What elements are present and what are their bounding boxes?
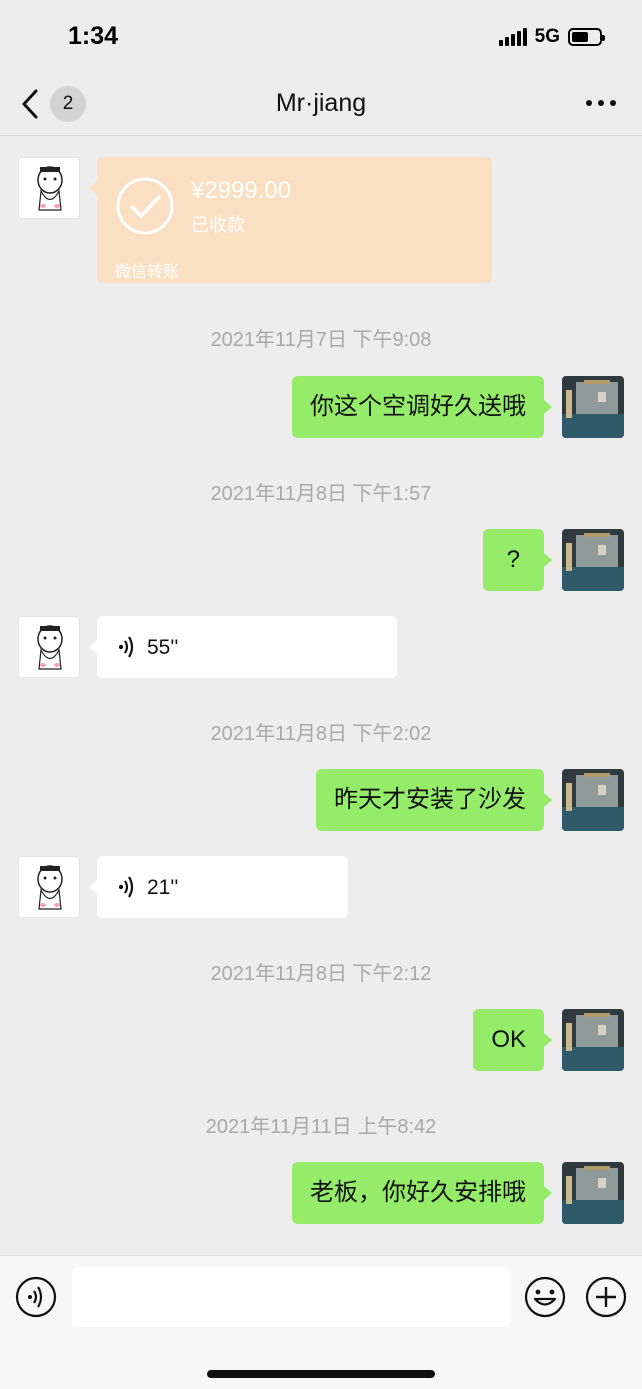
my-avatar[interactable] [562, 1162, 624, 1224]
room-photo-avatar-icon [562, 529, 624, 591]
outgoing-message[interactable]: 你这个空调好久送哦 [292, 376, 552, 438]
my-avatar[interactable] [562, 769, 624, 831]
room-photo-avatar-icon [562, 376, 624, 438]
chat-title: Mr·jiang [275, 89, 367, 117]
my-avatar[interactable] [562, 376, 624, 438]
transfer-card[interactable]: ¥2999.00 已收款 微信转账 [89, 157, 492, 283]
outgoing-message[interactable]: 老板，你好久安排哦 [292, 1162, 552, 1224]
home-indicator [207, 1370, 435, 1378]
outgoing-message[interactable]: 昨天才安装了沙发 [316, 769, 552, 831]
emoji-button[interactable] [524, 1276, 566, 1318]
message-timestamp: 2021年11月8日 下午1:57 [210, 483, 432, 505]
battery-level [572, 32, 588, 42]
my-avatar[interactable] [562, 529, 624, 591]
cartoon-avatar-icon [37, 625, 63, 670]
voice-message[interactable]: 55'' [89, 616, 397, 678]
more-actions-button[interactable] [585, 1276, 627, 1318]
transfer-label: 微信转账 [115, 264, 180, 281]
message-timestamp: 2021年11月7日 下午9:08 [210, 329, 432, 351]
room-photo-avatar-icon [562, 769, 624, 831]
contact-avatar[interactable] [18, 856, 80, 918]
more-button[interactable] [586, 100, 616, 106]
emoji-icon [524, 1276, 566, 1318]
voice-input-icon [15, 1276, 57, 1318]
contact-avatar[interactable] [18, 616, 80, 678]
network-type: 5G [534, 26, 560, 47]
message-timestamp: 2021年11月8日 下午2:12 [210, 963, 432, 985]
message-input[interactable] [72, 1267, 510, 1327]
my-avatar[interactable] [562, 1009, 624, 1071]
voice-wave-icon [118, 876, 134, 898]
room-photo-avatar-icon [562, 1009, 624, 1071]
input-bar [0, 1255, 642, 1389]
outgoing-message[interactable]: ? [482, 529, 553, 591]
check-circle-icon [116, 177, 174, 235]
transfer-status: 已收款 [191, 215, 245, 235]
voice-wave-icon [118, 636, 134, 658]
room-photo-avatar-icon [562, 1162, 624, 1224]
more-icon [586, 100, 592, 106]
outgoing-message[interactable]: OK [473, 1009, 552, 1071]
status-time: 1:34 [68, 22, 119, 50]
message-timestamp: 2021年11月11日 上午8:42 [205, 1116, 437, 1138]
cartoon-avatar-icon [37, 865, 63, 910]
status-bar: 1:34 5G [0, 0, 642, 70]
voice-duration: 55'' [147, 635, 179, 659]
voice-message[interactable]: 21'' [89, 856, 348, 918]
voice-duration: 21'' [147, 875, 179, 899]
transfer-amount: ¥2999.00 [191, 177, 292, 204]
battery-icon [568, 28, 605, 46]
signal-icon [498, 28, 527, 46]
status-indicators: 5G [498, 26, 605, 48]
nav-bar: 2 Mr·jiang [0, 72, 642, 136]
voice-input-button[interactable] [15, 1276, 57, 1318]
contact-avatar[interactable] [18, 157, 80, 219]
plus-icon [585, 1276, 627, 1318]
message-timestamp: 2021年11月8日 下午2:02 [210, 723, 432, 745]
cartoon-avatar-icon [37, 166, 63, 211]
